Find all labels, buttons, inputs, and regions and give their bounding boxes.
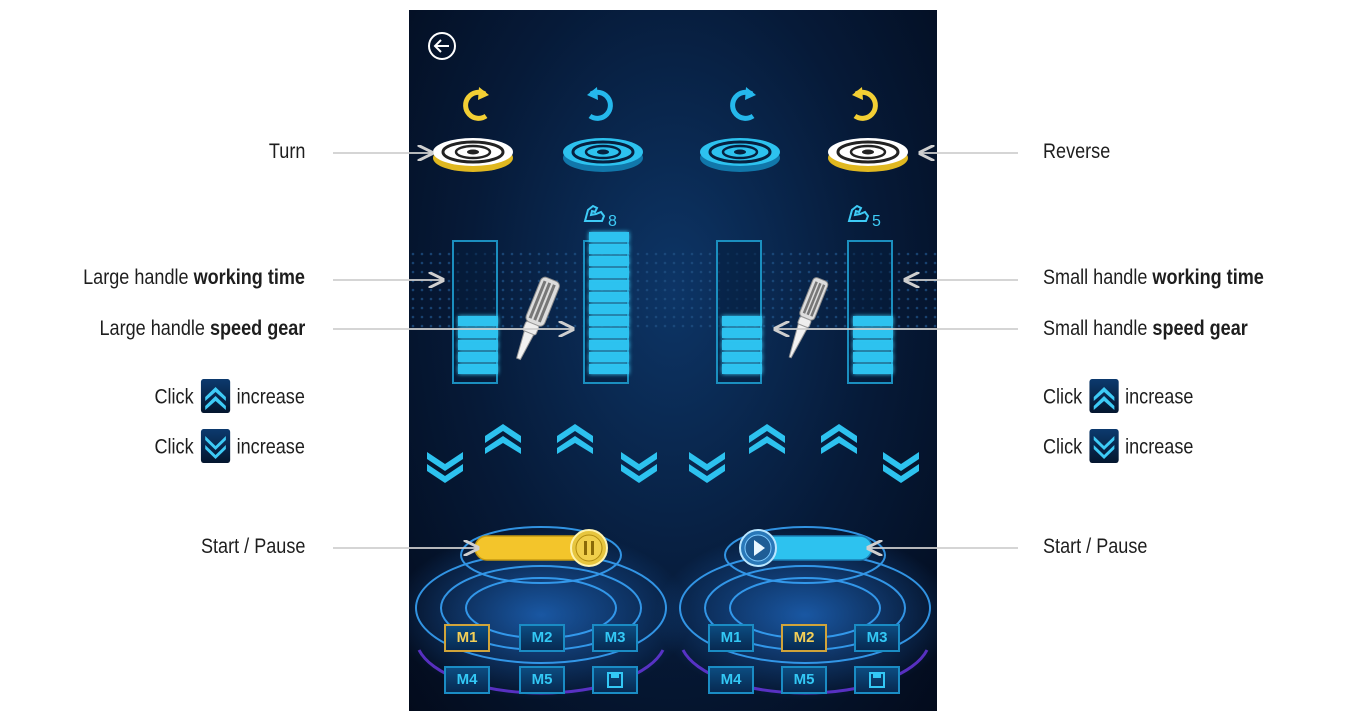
start-pause-left-toggle[interactable]: [471, 526, 619, 570]
increase-working-time-right-button[interactable]: [745, 414, 789, 454]
meter-bar: [589, 304, 629, 314]
small-working-time-meter: [716, 240, 762, 384]
label-large-working-time: Large handle working time: [83, 266, 305, 289]
chevron-up-icon: [200, 379, 230, 413]
turn-left-handle-button[interactable]: [427, 80, 519, 180]
meter-bar: [458, 352, 498, 362]
meter-bar: [853, 316, 893, 326]
label-large-speed-gear: Large handle speed gear: [99, 317, 305, 340]
mode-m3-left[interactable]: M3: [592, 624, 638, 652]
meter-bar: [853, 328, 893, 338]
start-pause-right-toggle[interactable]: [734, 526, 882, 570]
meter-bar: [853, 352, 893, 362]
small-handle-icon: [788, 277, 829, 359]
meter-bar: [853, 364, 893, 374]
mode-m5-right[interactable]: M5: [781, 666, 827, 694]
increase-speed-gear-right-button[interactable]: [817, 414, 861, 454]
large-speed-gear-meter: [583, 232, 629, 384]
mode-m5-left[interactable]: M5: [519, 666, 565, 694]
save-right-button[interactable]: [854, 666, 900, 694]
mode-m4-left[interactable]: M4: [444, 666, 490, 694]
small-speed-gear-meter: [847, 240, 893, 384]
mode-m1-left[interactable]: M1: [444, 624, 490, 652]
meter-bar: [458, 340, 498, 350]
meter-bar: [722, 328, 762, 338]
mode-m4-right[interactable]: M4: [708, 666, 754, 694]
meter-bar: [589, 244, 629, 254]
save-icon: [869, 672, 885, 688]
meter-bar: [722, 340, 762, 350]
right-gear-level: 5: [872, 213, 881, 230]
meter-bar: [589, 292, 629, 302]
back-icon[interactable]: [426, 30, 458, 62]
chevron-down-icon: [200, 429, 230, 463]
meter-bar: [589, 352, 629, 362]
meter-bar: [589, 268, 629, 278]
label-turn: Turn: [268, 140, 305, 163]
muscle-icon: [847, 204, 870, 222]
label-small-speed-gear: Small handle speed gear: [1043, 317, 1248, 340]
meter-bar: [589, 364, 629, 374]
mode-m3-right[interactable]: M3: [854, 624, 900, 652]
reverse-right-handle-button[interactable]: [822, 80, 914, 180]
muscle-icon: [583, 204, 606, 222]
chevron-down-icon: [1089, 429, 1119, 463]
label-click-up-right: Click increase: [1043, 379, 1193, 415]
meter-bar: [589, 316, 629, 326]
mode-m1-right[interactable]: M1: [708, 624, 754, 652]
label-click-down-right: Click increase: [1043, 429, 1193, 465]
chevron-up-icon: [1089, 379, 1119, 413]
increase-speed-gear-left-button[interactable]: [553, 414, 597, 454]
reverse-left-handle-button[interactable]: [557, 80, 649, 180]
label-click-up-left: Click increase: [155, 379, 305, 415]
meter-bar: [589, 280, 629, 290]
app-screen: 8 5 M1 M2 M3 M4 M5 M1 M2 M3 M4 M5: [409, 10, 937, 711]
decrease-working-time-right-button[interactable]: [685, 446, 729, 486]
meter-bar: [722, 316, 762, 326]
meter-bar: [458, 328, 498, 338]
meter-bar: [458, 364, 498, 374]
meter-bar: [589, 340, 629, 350]
decrease-working-time-left-button[interactable]: [423, 446, 467, 486]
meter-bar: [589, 232, 629, 242]
decrease-speed-gear-left-button[interactable]: [617, 446, 661, 486]
label-small-working-time: Small handle working time: [1043, 266, 1264, 289]
meter-bar: [458, 316, 498, 326]
mode-m2-left[interactable]: M2: [519, 624, 565, 652]
meter-bar: [722, 352, 762, 362]
save-left-button[interactable]: [592, 666, 638, 694]
turn-right-handle-button[interactable]: [694, 80, 786, 180]
save-icon: [607, 672, 623, 688]
meter-bar: [722, 364, 762, 374]
left-gear-level: 8: [608, 213, 617, 230]
meter-bar: [853, 340, 893, 350]
mode-m2-right[interactable]: M2: [781, 624, 827, 652]
increase-working-time-left-button[interactable]: [481, 414, 525, 454]
label-reverse: Reverse: [1043, 140, 1111, 163]
label-click-down-left: Click increase: [155, 429, 305, 465]
decrease-speed-gear-right-button[interactable]: [879, 446, 923, 486]
meter-bar: [589, 328, 629, 338]
large-handle-icon: [516, 276, 560, 361]
label-start-pause-left: Start / Pause: [200, 535, 305, 558]
meter-bar: [589, 256, 629, 266]
large-working-time-meter: [452, 240, 498, 384]
label-start-pause-right: Start / Pause: [1043, 535, 1148, 558]
